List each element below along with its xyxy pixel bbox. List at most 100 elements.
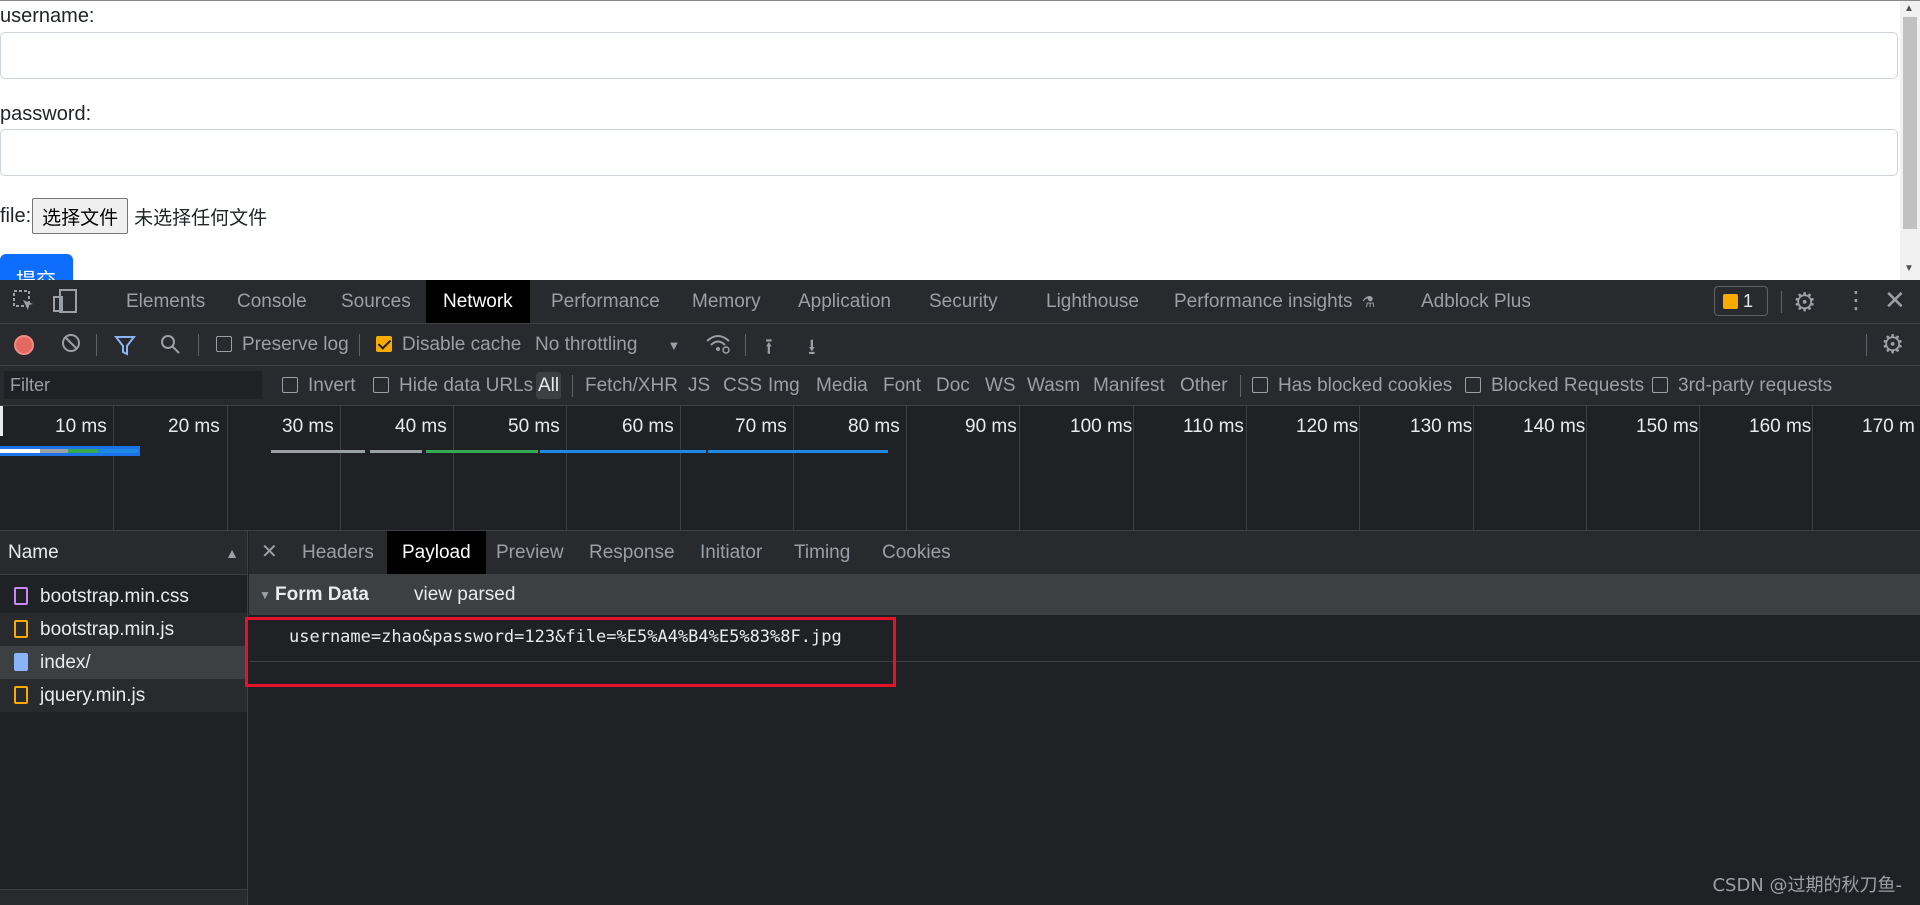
timeline-gridline [227,406,228,530]
clear-icon[interactable] [60,332,82,360]
timeline-tick-label: 160 ms [1749,416,1812,437]
tab-adblock-plus[interactable]: Adblock Plus [1404,280,1548,323]
hide-data-urls-checkbox[interactable]: Hide data URLs [373,366,533,405]
tab-performance[interactable]: Performance [534,280,677,323]
tab-cookies[interactable]: Cookies [867,531,966,574]
network-overview-timeline[interactable]: 10 ms 20 ms 30 ms 40 ms 50 ms 60 ms 70 m… [0,406,1920,531]
view-parsed-link[interactable]: view parsed [414,575,515,615]
username-input[interactable] [0,32,1898,79]
tab-timing[interactable]: Timing [779,531,865,574]
filter-type-wasm[interactable]: Wasm [1025,372,1082,399]
import-har-icon[interactable]: ⭱ [765,330,773,368]
timeline-tick-label: 50 ms [508,416,560,437]
export-har-icon[interactable]: ⭳ [808,330,816,368]
filter-input[interactable]: Filter [4,371,262,399]
css-file-icon [14,587,28,605]
network-settings-gear-icon[interactable]: ⚙ [1881,329,1904,360]
disable-cache-checkbox[interactable]: Disable cache [376,324,521,365]
chevron-down-icon: ▼ [667,338,681,353]
search-icon[interactable] [159,333,181,361]
tab-preview[interactable]: Preview [481,531,579,574]
choose-file-button[interactable]: 选择文件 [32,198,129,234]
filter-type-img[interactable]: Img [766,372,802,399]
file-row: file: 选择文件 未选择任何文件 [0,198,267,234]
preserve-log-label: Preserve log [242,334,349,355]
tab-headers[interactable]: Headers [287,531,389,574]
filter-type-ws[interactable]: WS [983,372,1018,399]
document-file-icon [14,653,28,671]
filter-type-media[interactable]: Media [814,372,870,399]
blocked-requests-checkbox[interactable]: Blocked Requests [1465,366,1644,405]
invert-label: Invert [308,375,356,396]
tab-initiator[interactable]: Initiator [685,531,777,574]
timeline-tick-label: 20 ms [168,416,220,437]
request-row[interactable]: index/ [0,646,247,679]
timeline-tick-label: 110 ms [1183,416,1244,437]
scroll-up-icon[interactable]: ▲ [1904,3,1914,14]
preserve-log-box [216,336,232,352]
tab-application[interactable]: Application [781,280,908,323]
timeline-gridline [340,406,341,530]
timeline-tick-label: 120 ms [1296,416,1359,437]
preserve-log-checkbox[interactable]: Preserve log [216,324,349,365]
tab-console[interactable]: Console [220,280,324,323]
scroll-down-icon[interactable]: ▼ [1904,263,1914,274]
filter-type-doc[interactable]: Doc [934,372,972,399]
settings-gear-icon[interactable]: ⚙ [1793,287,1816,318]
close-devtools-icon[interactable]: ✕ [1884,285,1906,316]
invert-checkbox[interactable]: Invert [282,366,356,405]
request-row[interactable]: bootstrap.min.js [0,613,247,646]
js-file-icon [14,686,28,704]
issues-count: 1 [1743,291,1754,311]
sort-ascending-icon: ▲ [225,545,239,561]
waterfall-bar [271,450,365,453]
waterfall-bar [540,450,706,453]
timeline-tick-label: 10 ms [55,416,107,437]
record-icon[interactable] [14,335,34,355]
tab-performance-insights[interactable]: Performance insights ⚗ [1157,280,1392,323]
password-input[interactable] [0,129,1898,176]
scrollbar-thumb[interactable] [1903,17,1917,229]
tab-memory[interactable]: Memory [675,280,778,323]
close-detail-icon[interactable]: ✕ [261,531,278,574]
timeline-gridline [1246,406,1247,530]
filter-type-font[interactable]: Font [881,372,923,399]
filter-type-other[interactable]: Other [1178,372,1230,399]
network-toolbar: Preserve log Disable cache No throttling… [0,324,1920,366]
tab-payload[interactable]: Payload [387,531,486,574]
timeline-gridline [1812,406,1813,530]
filter-funnel-icon[interactable] [113,334,137,362]
filter-type-js[interactable]: JS [686,372,712,399]
tab-security[interactable]: Security [912,280,1015,323]
issues-badge[interactable]: 1 [1714,286,1768,316]
waterfall-bar [98,449,138,453]
filter-type-fetch-xhr[interactable]: Fetch/XHR [583,372,680,399]
third-party-checkbox[interactable]: 3rd-party requests [1652,366,1832,405]
device-toolbar-icon[interactable] [53,289,79,319]
filter-type-manifest[interactable]: Manifest [1091,372,1167,399]
tab-lighthouse[interactable]: Lighthouse [1029,280,1156,323]
throttling-select[interactable]: No throttling ▼ [535,324,680,365]
inspect-element-icon[interactable] [12,289,36,319]
tab-response[interactable]: Response [574,531,690,574]
tab-network[interactable]: Network [426,280,530,323]
page-scrollbar[interactable]: ▲ ▼ [1900,1,1920,280]
has-blocked-cookies-checkbox[interactable]: Has blocked cookies [1252,366,1452,405]
form-data-section-header[interactable]: ▼ Form Data view parsed [249,575,1920,615]
more-menu-icon[interactable]: ⋮ [1844,286,1868,315]
filter-type-css[interactable]: CSS [721,372,764,399]
timeline-cursor[interactable] [0,406,3,436]
name-column-header[interactable]: Name ▲ [0,531,247,575]
detail-tabs: ✕ Headers Payload Preview Response Initi… [249,531,1920,575]
request-row[interactable]: jquery.min.js [0,679,247,712]
request-row[interactable]: bootstrap.min.css [0,580,247,613]
hide-data-urls-box [373,377,389,393]
network-filter-bar: Filter Invert Hide data URLs All Fetch/X… [0,366,1920,406]
submit-button[interactable]: 提交 [0,254,73,280]
tab-sources[interactable]: Sources [324,280,428,323]
filter-type-all[interactable]: All [536,372,562,399]
network-conditions-icon[interactable] [705,333,731,361]
password-label: password: [0,103,92,125]
devtools-main-tabs: Elements Console Sources Network Perform… [0,280,1920,324]
tab-elements[interactable]: Elements [109,280,222,323]
